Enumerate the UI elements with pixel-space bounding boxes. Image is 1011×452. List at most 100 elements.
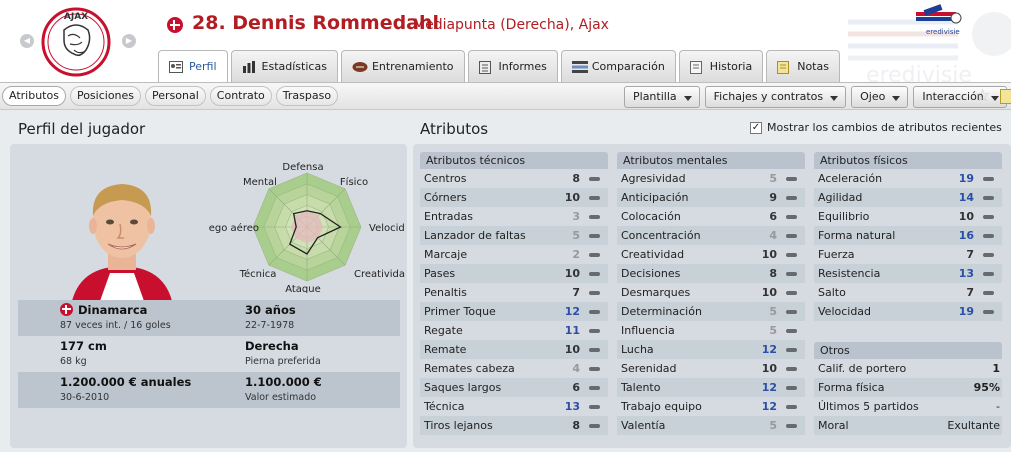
attribute-value: 13 [564,400,580,413]
compare-icon [571,60,588,73]
dropdown-label: Fichajes y contratos [713,90,824,103]
attribute-name: Concentración [621,229,701,242]
other-value: 95% [973,381,1000,394]
back-arrow-icon[interactable]: ◀ [20,34,34,48]
tab-historia[interactable]: Historia [678,50,764,82]
other-name: Calif. de portero [818,362,907,375]
attribute-row: Valentía 5 [617,416,805,435]
attribute-name: Desmarques [621,286,691,299]
svg-text:AJAX: AJAX [64,12,88,22]
nationality: Dinamarca [78,303,148,317]
tab-estadisticas[interactable]: Estadísticas [230,50,338,82]
profile-card: Defensa Físico Velocidad Creatividad Ata… [10,144,407,448]
ball-icon [352,61,368,73]
document-icon [478,60,493,74]
attribute-value: 10 [564,267,580,280]
attribute-trend-icon [983,291,994,295]
attribute-value: 10 [761,362,777,375]
eredivisie-logo: eredivisie eredivisie [848,4,1011,82]
subtab-atributos[interactable]: Atributos [2,86,66,106]
ojeo-dropdown[interactable]: Ojeo [851,86,909,108]
attribute-trend-icon [786,253,797,257]
tab-perfil[interactable]: Perfil [158,50,228,82]
attribute-name: Trabajo equipo [621,400,702,413]
attribute-value: 13 [958,267,974,280]
weight: 68 kg [60,356,87,367]
attribute-trend-icon [786,386,797,390]
attribute-name: Lanzador de faltas [424,229,526,242]
star-icon[interactable]: ☆ [975,86,990,106]
attribute-trend-icon [786,310,797,314]
attributes-card: Atributos técnicos Centros 8 Córners 10 Entr… [413,144,1011,448]
attribute-name: Resistencia [818,267,881,280]
subtab-contrato[interactable]: Contrato [209,86,272,106]
attribute-row: Resistencia 13 [814,264,1002,283]
other-attributes: Otros Calif. de portero 1 Forma física 95% Ú… [814,342,1002,435]
other-row: Forma física 95% [814,378,1002,397]
attribute-value: 12 [761,381,777,394]
subtab-traspaso[interactable]: Traspaso [275,86,339,106]
action-dropdowns: Plantilla Fichajes y contratos Ojeo Inte… [624,86,1007,108]
attribute-row: Penaltis 7 [420,283,608,302]
attribute-name: Pases [424,267,456,280]
plantilla-dropdown[interactable]: Plantilla [624,86,700,108]
attribute-value: 7 [966,248,974,261]
attribute-row: Decisiones 8 [617,264,805,283]
attribute-name: Colocación [621,210,681,223]
club-logo: AJAX [41,7,111,77]
info-row-contract: 1.200.000 € anuales 30-6-2010 1.100.000 … [18,372,400,408]
recent-changes-checkbox[interactable]: ✓ [750,121,762,134]
tab-notas[interactable]: Notas [766,50,840,82]
fichajes-dropdown[interactable]: Fichajes y contratos [704,86,847,108]
tab-informes[interactable]: Informes [467,50,558,82]
attribute-trend-icon [589,253,600,257]
attribute-trend-icon [786,329,797,333]
attribute-row: Entradas 3 [420,207,608,226]
subtab-personal[interactable]: Personal [145,86,206,106]
attribute-value: 4 [572,362,580,375]
attribute-name: Técnica [424,400,465,413]
tab-comparacion[interactable]: Comparación [560,50,676,82]
attribute-row: Anticipación 9 [617,188,805,207]
interaccion-dropdown[interactable]: Interacción [913,86,1007,108]
attribute-row: Marcaje 2 [420,245,608,264]
other-row: Últimos 5 partidos - [814,397,1002,416]
attribute-value: 2 [572,248,580,261]
attribute-value: 7 [572,286,580,299]
age: 30 años [245,303,296,317]
attribute-name: Córners [424,191,467,204]
attribute-row: Talento 12 [617,378,805,397]
attribute-name: Anticipación [621,191,689,204]
attribute-name: Remates cabeza [424,362,515,375]
attribute-trend-icon [786,291,797,295]
estimated-value-label: Valor estimado [245,392,317,403]
attribute-name: Serenidad [621,362,677,375]
attribute-row: Remates cabeza 4 [420,359,608,378]
attribute-trend-icon [983,272,994,276]
note-icon[interactable] [1000,89,1011,104]
radar-label-mental: Mental [243,177,277,188]
forward-arrow-icon[interactable]: ▶ [122,34,136,48]
attribute-value: 12 [564,305,580,318]
attribute-name: Determinación [621,305,702,318]
attribute-name: Salto [818,286,846,299]
attribute-trend-icon [786,196,797,200]
technical-attributes: Atributos técnicos Centros 8 Córners 10 Entr… [420,152,608,435]
recent-changes-toggle[interactable]: ✓ Mostrar los cambios de atributos recie… [750,121,1002,134]
tab-entrenamiento[interactable]: Entrenamiento [340,50,465,82]
attribute-radar-chart: Defensa Físico Velocidad Creatividad Ata… [208,162,405,293]
attribute-trend-icon [589,386,600,390]
attribute-value: 10 [958,210,974,223]
other-name: Moral [818,419,849,432]
attribute-row: Primer Toque 12 [420,302,608,321]
attribute-name: Talento [621,381,661,394]
subtab-posiciones[interactable]: Posiciones [69,86,142,106]
dropdown-label: Ojeo [860,90,886,103]
other-row: Calif. de portero 1 [814,359,1002,378]
attribute-trend-icon [589,234,600,238]
attribute-name: Decisiones [621,267,681,280]
attribute-row: Córners 10 [420,188,608,207]
other-attributes-title: Otros [814,342,1002,359]
denmark-flag-icon [60,303,73,316]
attribute-row: Trabajo equipo 12 [617,397,805,416]
